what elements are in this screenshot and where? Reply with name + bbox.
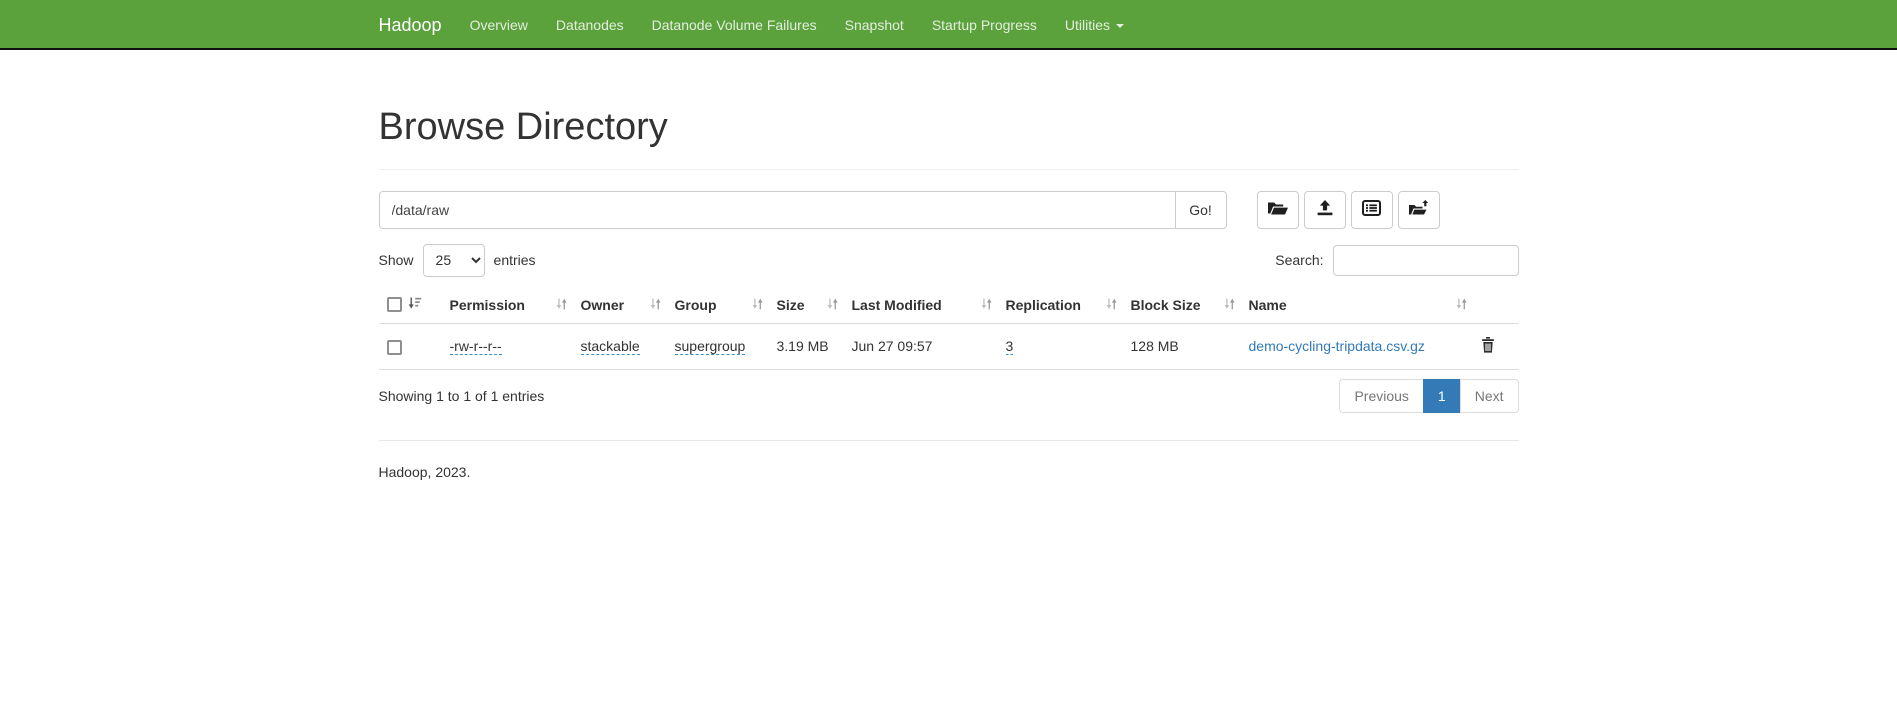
nav-startup-progress[interactable]: Startup Progress: [918, 17, 1051, 33]
replication-cell: 3: [998, 323, 1123, 369]
select-all-checkbox[interactable]: [387, 297, 402, 312]
footer-divider: [379, 440, 1519, 441]
sort-amount-icon: [408, 297, 422, 313]
sort-icon: [981, 297, 992, 313]
col-header-select-all[interactable]: [379, 286, 442, 324]
show-label: Show: [379, 252, 414, 268]
path-input[interactable]: [379, 191, 1176, 229]
page-header: Browse Directory: [379, 107, 1519, 170]
table-header-row: Permission Owner Group Size: [379, 286, 1519, 324]
chevron-down-icon: [1116, 24, 1124, 28]
table-controls: Show 25 entries Search:: [379, 244, 1519, 277]
size-cell: 3.19 MB: [769, 323, 844, 369]
search-label: Search:: [1275, 252, 1323, 268]
entries-info: Showing 1 to 1 of 1 entries: [379, 388, 545, 404]
footer-text: Hadoop, 2023.: [379, 464, 1519, 480]
row-checkbox[interactable]: [387, 340, 402, 355]
path-bar: Go!: [379, 191, 1519, 229]
page-length-select[interactable]: 25: [423, 244, 485, 277]
permission-cell: -rw-r--r--: [442, 323, 573, 369]
col-header-group[interactable]: Group: [667, 286, 769, 324]
table-footer: Showing 1 to 1 of 1 entries Previous 1 N…: [379, 379, 1519, 413]
pagination-page-1[interactable]: 1: [1423, 379, 1461, 413]
pagination-previous[interactable]: Previous: [1339, 379, 1423, 413]
pagination-next[interactable]: Next: [1460, 379, 1519, 413]
sort-icon: [650, 297, 661, 313]
upload-icon: [1315, 200, 1335, 219]
col-header-name[interactable]: Name: [1241, 286, 1473, 324]
col-header-permission[interactable]: Permission: [442, 286, 573, 324]
actions-cell: [1473, 323, 1519, 369]
sort-icon: [752, 297, 763, 313]
folder-open-icon: [1268, 200, 1288, 219]
col-header-size[interactable]: Size: [769, 286, 844, 324]
owner-cell: stackable: [573, 323, 667, 369]
delete-button[interactable]: [1481, 337, 1495, 356]
create-directory-button[interactable]: [1257, 191, 1299, 229]
trash-icon: [1481, 341, 1495, 356]
name-cell: demo-cycling-tripdata.csv.gz: [1241, 323, 1473, 369]
file-table: Permission Owner Group Size: [379, 286, 1519, 370]
page-length-control: Show 25 entries: [379, 244, 536, 277]
explorer-toolbar: [1257, 191, 1440, 229]
group-cell: supergroup: [667, 323, 769, 369]
nav-overview[interactable]: Overview: [456, 17, 542, 33]
file-name-link[interactable]: demo-cycling-tripdata.csv.gz: [1249, 338, 1425, 354]
col-header-actions: [1473, 286, 1519, 324]
brand-hadoop[interactable]: Hadoop: [379, 15, 442, 36]
sort-icon: [827, 297, 838, 313]
permission-value[interactable]: -rw-r--r--: [450, 338, 502, 355]
col-header-owner[interactable]: Owner: [573, 286, 667, 324]
owner-value[interactable]: stackable: [581, 338, 640, 355]
search-control: Search:: [1275, 245, 1518, 276]
navbar: Hadoop Overview Datanodes Datanode Volum…: [0, 0, 1897, 50]
nav-snapshot[interactable]: Snapshot: [831, 17, 918, 33]
folder-move-icon: [1409, 200, 1429, 219]
row-select-cell: [379, 323, 442, 369]
nav-utilities-dropdown[interactable]: Utilities: [1051, 17, 1138, 33]
col-header-last-modified[interactable]: Last Modified: [844, 286, 998, 324]
col-header-block-size[interactable]: Block Size: [1123, 286, 1241, 324]
sort-icon: [556, 297, 567, 313]
page-title: Browse Directory: [379, 107, 1519, 169]
list-alt-icon: [1362, 200, 1381, 219]
entries-label: entries: [494, 252, 536, 268]
navbar-container: Hadoop Overview Datanodes Datanode Volum…: [364, 0, 1534, 50]
pagination: Previous 1 Next: [1339, 379, 1518, 413]
set-quota-button[interactable]: [1351, 191, 1393, 229]
last-modified-cell: Jun 27 09:57: [844, 323, 998, 369]
nav-utilities-label: Utilities: [1065, 17, 1110, 33]
nav-datanode-volume-failures[interactable]: Datanode Volume Failures: [638, 17, 831, 33]
move-button[interactable]: [1398, 191, 1440, 229]
sort-icon: [1456, 297, 1467, 313]
upload-file-button[interactable]: [1304, 191, 1346, 229]
table-row: -rw-r--r-- stackable supergroup 3.19 MB …: [379, 323, 1519, 369]
search-input[interactable]: [1333, 245, 1519, 276]
col-header-replication[interactable]: Replication: [998, 286, 1123, 324]
path-input-group: Go!: [379, 191, 1227, 229]
group-value[interactable]: supergroup: [675, 338, 746, 355]
replication-value[interactable]: 3: [1006, 338, 1014, 355]
block-size-cell: 128 MB: [1123, 323, 1241, 369]
sort-icon: [1106, 297, 1117, 313]
sort-icon: [1224, 297, 1235, 313]
go-button[interactable]: Go!: [1175, 191, 1227, 229]
nav-datanodes[interactable]: Datanodes: [542, 17, 638, 33]
